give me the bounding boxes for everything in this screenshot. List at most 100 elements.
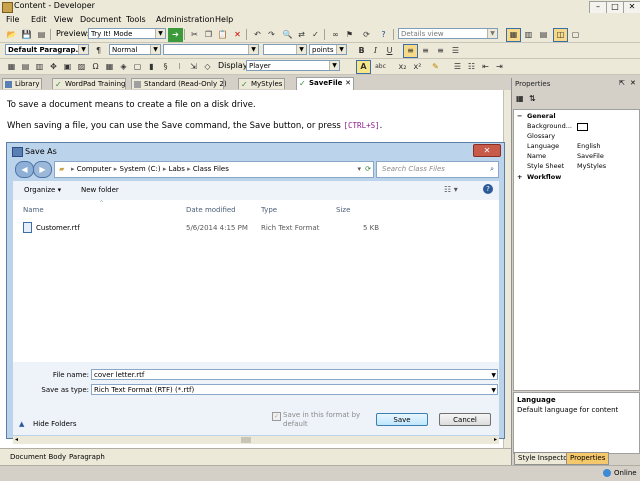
- spell-icon[interactable]: ✓: [308, 28, 323, 42]
- refresh-icon[interactable]: ⟳: [359, 28, 374, 42]
- breadcrumb-item[interactable]: Computer: [77, 165, 112, 173]
- help-icon[interactable]: ?: [376, 28, 391, 42]
- indent-icon[interactable]: ⇥: [492, 60, 507, 74]
- panel-icon[interactable]: ▥: [521, 28, 536, 42]
- sort-alpha-icon[interactable]: ⇅: [529, 94, 536, 103]
- undo-icon[interactable]: ↶: [250, 28, 265, 42]
- align-right-icon[interactable]: ≡: [433, 44, 448, 58]
- superscript-icon[interactable]: x²: [410, 60, 425, 74]
- scroll-left-icon[interactable]: ◂: [15, 436, 18, 443]
- menu-document[interactable]: Document: [80, 15, 121, 24]
- save-button[interactable]: Save: [376, 413, 428, 426]
- outdent-icon[interactable]: ⇤: [478, 60, 493, 74]
- menu-edit[interactable]: Edit: [31, 15, 47, 24]
- dialog-horizontal-scrollbar[interactable]: ◂ ▸: [13, 436, 499, 444]
- tab-savefile[interactable]: ✓ SaveFile ✕: [296, 77, 354, 90]
- collapse-icon[interactable]: −: [517, 111, 522, 121]
- replace-icon[interactable]: ⇄: [294, 28, 309, 42]
- go-icon[interactable]: ➔: [168, 28, 183, 42]
- tag-icon[interactable]: ◇: [200, 60, 215, 74]
- tab-wordpad-training[interactable]: ✓ WordPad Training: [52, 78, 126, 89]
- menu-administration[interactable]: Administration: [156, 15, 215, 24]
- column-header-size[interactable]: Size: [336, 206, 350, 214]
- char-style-select[interactable]: Normal ▼: [109, 44, 161, 55]
- delete-icon[interactable]: ✕: [230, 28, 245, 42]
- tab-library[interactable]: Library: [2, 78, 42, 89]
- find-icon[interactable]: 🔍: [280, 28, 295, 42]
- property-row[interactable]: Background...: [514, 121, 639, 131]
- italic-icon[interactable]: I: [368, 44, 383, 58]
- expand-icon[interactable]: +: [517, 172, 522, 182]
- print-icon[interactable]: ▤: [34, 28, 49, 42]
- bookmark-icon[interactable]: ⚑: [342, 28, 357, 42]
- font-select[interactable]: ▼: [163, 44, 259, 55]
- justify-icon[interactable]: ☰: [448, 44, 463, 58]
- tab-close-icon[interactable]: ✕: [345, 78, 351, 89]
- scroll-right-icon[interactable]: ▸: [494, 436, 497, 443]
- redo-icon[interactable]: ↷: [264, 28, 279, 42]
- object-icon[interactable]: ◈: [116, 60, 131, 74]
- highlight-icon[interactable]: ✎: [428, 60, 443, 74]
- subscript-icon[interactable]: x₂: [395, 60, 410, 74]
- bullets-icon[interactable]: ☰: [450, 60, 465, 74]
- style-icon[interactable]: ¶: [91, 44, 106, 58]
- copy-icon[interactable]: ❐: [201, 28, 216, 42]
- tab-mystyles[interactable]: ✓ MyStyles: [238, 78, 285, 89]
- numbering-icon[interactable]: ☷: [464, 60, 479, 74]
- view-options-icon[interactable]: ☷ ▾: [444, 185, 458, 194]
- default-format-checkbox[interactable]: ✓: [272, 412, 281, 421]
- underline-icon[interactable]: U: [382, 44, 397, 58]
- preview-mode-select[interactable]: Try It! Mode ▼: [88, 28, 166, 39]
- align-left-icon[interactable]: ≡: [403, 44, 418, 58]
- breadcrumb-item[interactable]: Class Files: [193, 165, 229, 173]
- tab-standard[interactable]: Standard (Read-Only 2): [131, 78, 227, 89]
- property-row[interactable]: Language English: [514, 141, 639, 151]
- symbol-icon[interactable]: Ω: [88, 60, 103, 74]
- status-paragraph[interactable]: Paragraph: [69, 453, 105, 461]
- save-type-select[interactable]: Rich Text Format (RTF) (*.rtf) ▼: [91, 384, 498, 395]
- forward-button[interactable]: ▶: [33, 161, 52, 178]
- category-general[interactable]: − General: [514, 111, 639, 121]
- file-name-input[interactable]: cover letter.rtf ▼: [91, 369, 498, 380]
- chevron-down-icon[interactable]: ▾: [357, 162, 361, 177]
- panel-close-icon[interactable]: ✕: [630, 79, 636, 87]
- column-header-date[interactable]: Date modified: [186, 206, 236, 214]
- dialog-close-button[interactable]: ✕: [473, 144, 501, 157]
- tab-properties[interactable]: Properties: [566, 452, 610, 465]
- open-icon[interactable]: 📂: [4, 28, 19, 42]
- list-numbered-icon[interactable]: ⁝: [172, 60, 187, 74]
- menu-tools[interactable]: Tools: [126, 15, 146, 24]
- menu-help[interactable]: Help: [215, 15, 233, 24]
- restore-icon[interactable]: ▢: [568, 28, 583, 42]
- align-center-icon[interactable]: ≡: [418, 44, 433, 58]
- property-row[interactable]: Glossary: [514, 131, 639, 141]
- category-workflow[interactable]: + Workflow: [514, 172, 639, 182]
- layout-icon[interactable]: ▦: [506, 28, 521, 42]
- search-icon[interactable]: ⌕: [490, 162, 494, 177]
- file-list[interactable]: ^ Name Date modified Type Size Customer.…: [13, 200, 499, 362]
- breadcrumb-item[interactable]: Labs: [169, 165, 185, 173]
- menu-view[interactable]: View: [54, 15, 73, 24]
- view-select[interactable]: Details view ▼: [398, 28, 498, 39]
- pin-icon[interactable]: ⇱: [619, 79, 625, 87]
- breadcrumb-item[interactable]: System (C:): [120, 165, 161, 173]
- property-row[interactable]: Name SaveFile: [514, 151, 639, 161]
- search-input[interactable]: Search Class Files ⌕: [376, 161, 499, 178]
- bold-icon[interactable]: B: [354, 44, 369, 58]
- display-select[interactable]: Player ▼: [246, 60, 340, 71]
- list-icon[interactable]: ▣: [60, 60, 75, 74]
- column-icon[interactable]: ▥: [32, 60, 47, 74]
- image-icon[interactable]: ▨: [74, 60, 89, 74]
- scroll-thumb[interactable]: [241, 437, 251, 443]
- window-icon[interactable]: ◫: [553, 28, 568, 42]
- organize-button[interactable]: Organize ▾: [24, 186, 61, 194]
- column-header-name[interactable]: Name: [23, 206, 44, 214]
- column-header-type[interactable]: Type: [261, 206, 277, 214]
- move-icon[interactable]: ✥: [46, 60, 61, 74]
- split-icon[interactable]: ▤: [536, 28, 551, 42]
- chart-icon[interactable]: ▮: [144, 60, 159, 74]
- navigate-icon[interactable]: ⇲: [186, 60, 201, 74]
- menu-file[interactable]: File: [6, 15, 19, 24]
- back-button[interactable]: ◀: [15, 161, 34, 178]
- cancel-button[interactable]: Cancel: [439, 413, 491, 426]
